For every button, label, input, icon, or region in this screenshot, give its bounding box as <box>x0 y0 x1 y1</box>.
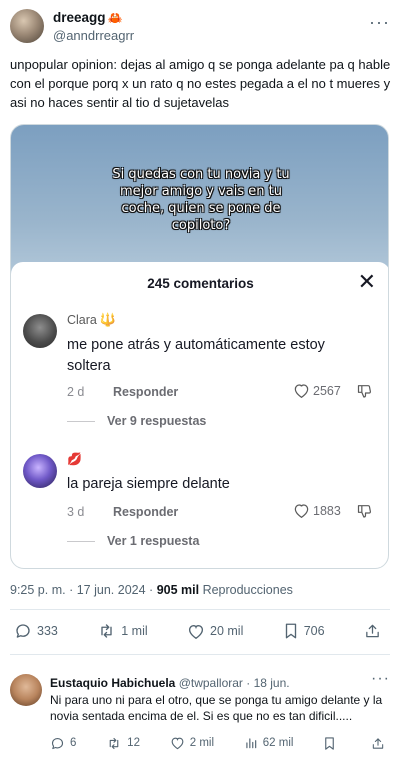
author-handle[interactable]: @anndrreagrr <box>53 27 134 44</box>
comment-item: Clara 🔱 me pone atrás y automáticamente e… <box>23 312 383 434</box>
repost-count: 1 mil <box>121 624 148 638</box>
reply-header: Eustaquio Habichuela @twpallorar · 18 ju… <box>50 676 290 691</box>
share-icon <box>366 624 379 638</box>
post-time[interactable]: 9:25 p. m. <box>10 583 66 597</box>
media-card[interactable]: Si quedas con tu novia y tu mejor amigo … <box>10 124 389 569</box>
divider <box>10 654 390 655</box>
reply-count: 6 <box>70 737 77 749</box>
reply-post[interactable]: Eustaquio Habichuela @twpallorar · 18 ju… <box>10 670 390 764</box>
post-meta: 9:25 p. m. · 17 jun. 2024 · 905 mil Repr… <box>10 583 293 597</box>
commenter-name: Clara 🔱 <box>67 312 116 328</box>
bookmark-button[interactable] <box>323 736 341 751</box>
replies-divider-line <box>67 420 95 422</box>
repost-button[interactable]: 1 mil <box>97 622 148 640</box>
video-overlay-text: Si quedas con tu novia y tu mejor amigo … <box>112 167 290 233</box>
heart-outline-icon <box>294 504 309 518</box>
views-button[interactable]: 62 mil <box>244 736 294 750</box>
reply-button[interactable]: 6 <box>50 736 76 751</box>
like-button[interactable]: 20 mil <box>187 623 243 640</box>
commenter-name-text: Clara <box>67 313 97 327</box>
comment-like-number: 2567 <box>313 383 341 398</box>
meta-separator: · <box>149 583 154 597</box>
reply-text: Ni para uno ni para el otro, que se pong… <box>50 693 383 723</box>
repost-icon <box>109 737 119 749</box>
author-name-text[interactable]: dreeagg <box>53 10 106 25</box>
reply-count: 333 <box>37 624 58 638</box>
view-count: 905 mil <box>156 583 200 597</box>
repost-button[interactable]: 12 <box>106 736 140 751</box>
comment-icon <box>16 624 30 638</box>
comment-dislike <box>356 383 373 404</box>
view-replies-button: Ver 1 respuesta <box>67 534 199 548</box>
bookmark-button[interactable]: 706 <box>283 622 325 640</box>
comment-like-number: 1883 <box>313 503 341 518</box>
crab-emoji-icon: 🦀 <box>107 10 123 25</box>
view-replies-button: Ver 9 respuestas <box>67 414 206 428</box>
post-text: unpopular opinion: dejas al amigo q se p… <box>10 57 391 110</box>
comment-text: la pareja siempre delante <box>67 476 230 492</box>
avatar[interactable] <box>10 9 44 43</box>
reply-author-handle[interactable]: @twpallorar <box>179 676 243 690</box>
trident-emoji-icon: 🔱 <box>99 312 117 327</box>
commenter-name: 💋 <box>67 452 82 466</box>
like-button[interactable]: 2 mil <box>170 736 214 750</box>
heart-icon <box>188 624 204 639</box>
comment-date: 3 d <box>67 505 85 519</box>
comments-count-title: 245 comentarios <box>147 276 254 291</box>
repost-icon <box>101 624 112 638</box>
replies-divider-line <box>67 540 95 542</box>
comment-like-count: 2567 <box>293 383 341 398</box>
reply-action-bar: 6 12 2 mil 62 mil <box>50 734 390 752</box>
comment-item: 💋 la pareja siempre delante 3 d Responde… <box>23 452 383 554</box>
comment-icon <box>51 737 64 749</box>
post-header: dreeagg 🦀 @anndrreagrr ··· <box>10 8 390 44</box>
divider <box>10 609 390 610</box>
comment-text: me pone atrás y automáticamente estoy so… <box>67 337 325 374</box>
repost-count: 12 <box>127 737 140 749</box>
more-options-icon[interactable]: ··· <box>371 670 390 688</box>
comment-like-count: 1883 <box>293 503 341 518</box>
reply-date[interactable]: · 18 jun. <box>246 676 289 690</box>
bookmark-icon <box>325 736 335 750</box>
share-button[interactable] <box>371 736 390 751</box>
commenter-avatar <box>23 314 57 348</box>
lips-emoji-icon: 💋 <box>67 452 82 466</box>
comments-sheet: 245 comentarios ✕ Clara 🔱 me pone atrás y… <box>11 262 388 568</box>
post-action-bar: 333 1 mil 20 mil 706 <box>14 620 386 642</box>
post-date[interactable]: 17 jun. 2024 <box>77 583 146 597</box>
reply-button[interactable]: 333 <box>14 622 58 640</box>
heart-icon <box>171 737 184 750</box>
share-icon <box>372 737 384 749</box>
commenter-avatar <box>23 454 57 488</box>
heart-outline-icon <box>294 384 309 398</box>
thumbs-down-icon <box>357 505 371 518</box>
share-button[interactable] <box>364 622 386 640</box>
reply-author-name[interactable]: Eustaquio Habichuela <box>50 676 175 690</box>
view-count-label: Reproducciones <box>202 583 293 597</box>
view-count: 62 mil <box>262 737 294 749</box>
comment-reply-button: Responder <box>113 385 179 399</box>
close-icon: ✕ <box>357 269 376 294</box>
author-display-name[interactable]: dreeagg 🦀 <box>53 9 134 27</box>
comment-dislike <box>356 503 373 524</box>
author-block: dreeagg 🦀 @anndrreagrr <box>53 9 134 44</box>
reply-avatar[interactable] <box>10 674 42 706</box>
comment-date: 2 d <box>67 385 85 399</box>
bookmark-icon <box>285 623 296 639</box>
like-count: 2 mil <box>189 737 215 749</box>
comment-reply-button: Responder <box>113 505 179 519</box>
thumbs-down-icon <box>357 385 371 398</box>
view-replies-text: Ver 9 respuestas <box>107 414 207 428</box>
view-replies-text: Ver 1 respuesta <box>107 534 200 548</box>
more-options-icon[interactable]: ··· <box>369 12 390 33</box>
like-count: 20 mil <box>210 624 244 638</box>
meta-separator: · <box>69 583 74 597</box>
analytics-icon <box>246 738 257 749</box>
bookmark-count: 706 <box>303 624 325 638</box>
